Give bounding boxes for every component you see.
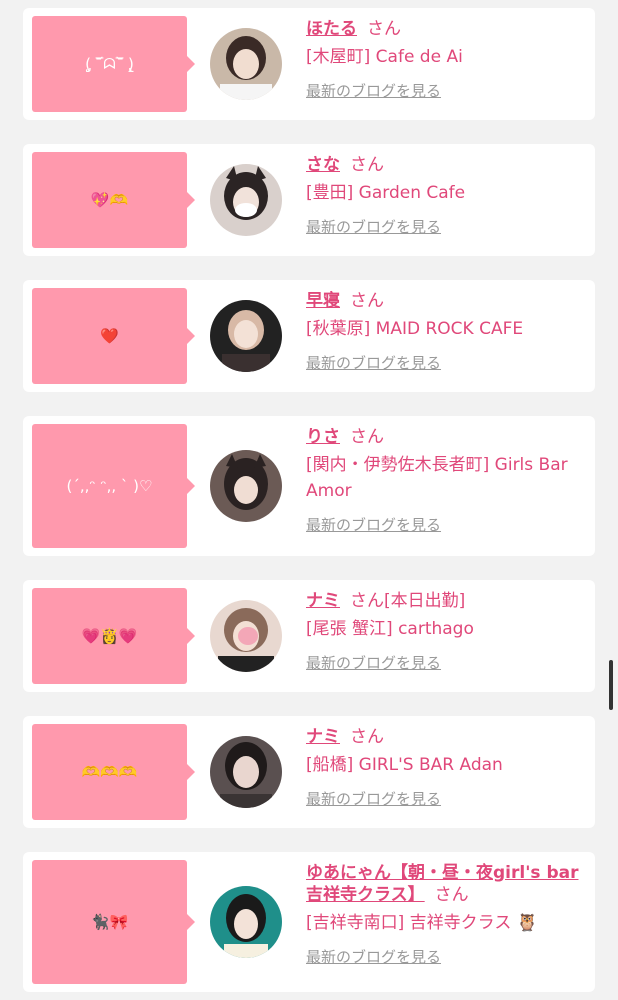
list-item: (´,,ᵔ ᵔ,, ` )♡ りさ さん [関内・伊勢佐木長者町] Girls B… bbox=[23, 416, 595, 556]
honorific: さん bbox=[350, 591, 384, 611]
shop-name: [関内・伊勢佐木長者町] Girls Bar Amor bbox=[306, 455, 568, 501]
latest-blog-link[interactable]: 最新のブログを見る bbox=[306, 788, 441, 809]
girl-name-link[interactable]: ほたる bbox=[306, 19, 357, 39]
avatar-image bbox=[210, 300, 282, 372]
comment-bubble: 💗👸💗 bbox=[32, 588, 195, 684]
girl-name-link[interactable]: さな bbox=[306, 155, 340, 175]
latest-blog-link[interactable]: 最新のブログを見る bbox=[306, 946, 441, 967]
comment-bubble: 💖🫶 bbox=[32, 152, 195, 248]
comment-text: 🫶🫶🫶 bbox=[81, 763, 138, 781]
honorific: さん bbox=[350, 291, 384, 311]
girl-name-link[interactable]: 早寝 bbox=[306, 291, 340, 311]
honorific: さん bbox=[350, 155, 384, 175]
comment-bubble: (´,,ᵔ ᵔ,, ` )♡ bbox=[32, 424, 195, 548]
list-item: 🐈‍⬛🎀 ゆあにゃん【朝・昼・夜girl's bar吉祥寺クラス】 さん [吉祥寺… bbox=[23, 852, 595, 992]
honorific: さん bbox=[350, 427, 384, 447]
avatar-image bbox=[210, 886, 282, 958]
comment-bubble: (̨̡ ‾᷄ᗣ‾᷅ )̧̢ bbox=[32, 16, 195, 112]
shop-name: [豊田] Garden Cafe bbox=[306, 183, 466, 203]
honorific: さん bbox=[350, 727, 384, 747]
avatar[interactable] bbox=[210, 600, 282, 672]
honorific: さん bbox=[434, 885, 469, 905]
latest-blog-link[interactable]: 最新のブログを見る bbox=[306, 80, 441, 101]
comment-text: (´,,ᵔ ᵔ,, ` )♡ bbox=[66, 477, 153, 495]
status-text: [本日出勤] bbox=[384, 591, 466, 611]
comment-bubble: ❤️ bbox=[32, 288, 195, 384]
avatar[interactable] bbox=[210, 28, 282, 100]
avatar-image bbox=[210, 164, 282, 236]
shop-name: [木屋町] Cafe de Ai bbox=[306, 47, 463, 67]
avatar-image bbox=[210, 28, 282, 100]
avatar[interactable] bbox=[210, 450, 282, 522]
latest-blog-link[interactable]: 最新のブログを見る bbox=[306, 216, 441, 237]
avatar-image bbox=[210, 450, 282, 522]
honorific: さん bbox=[367, 19, 401, 39]
shop-name: [船橋] GIRL'S BAR Adan bbox=[306, 755, 503, 775]
comment-text: 🐈‍⬛🎀 bbox=[90, 913, 129, 931]
comment-bubble: 🫶🫶🫶 bbox=[32, 724, 195, 820]
list-item: 🫶🫶🫶 ナミ さん [船橋] GIRL'S BAR Adan 最新のブログを見る bbox=[23, 716, 595, 828]
girl-name-link[interactable]: りさ bbox=[306, 427, 340, 447]
shop-name: [秋葉原] MAID ROCK CAFE bbox=[306, 319, 524, 339]
avatar-image bbox=[210, 736, 282, 808]
shop-name: [吉祥寺南口] 吉祥寺クラス 🦉 bbox=[306, 913, 538, 933]
comment-text: 💗👸💗 bbox=[81, 627, 138, 645]
girl-name-link[interactable]: ナミ bbox=[306, 591, 340, 611]
latest-blog-link[interactable]: 最新のブログを見る bbox=[306, 652, 441, 673]
avatar-image bbox=[210, 600, 282, 672]
comment-text: ❤️ bbox=[100, 327, 119, 345]
list-item: 💖🫶 さな さん [豊田] Garden Cafe 最新のブログを見る bbox=[23, 144, 595, 256]
list-item: ❤️ 早寝 さん [秋葉原] MAID ROCK CAFE 最新のブログを見る bbox=[23, 280, 595, 392]
latest-blog-link[interactable]: 最新のブログを見る bbox=[306, 352, 441, 373]
comment-text: 💖🫶 bbox=[90, 191, 129, 209]
list-item: 💗👸💗 ナミ さん[本日出勤] [尾張 蟹江] carthago 最新のブログを見… bbox=[23, 580, 595, 692]
comment-text: (̨̡ ‾᷄ᗣ‾᷅ )̧̢ bbox=[85, 55, 134, 73]
comment-bubble: 🐈‍⬛🎀 bbox=[32, 860, 195, 984]
scrollbar-thumb[interactable] bbox=[609, 660, 613, 710]
avatar[interactable] bbox=[210, 736, 282, 808]
shop-name: [尾張 蟹江] carthago bbox=[306, 619, 474, 639]
girl-name-link[interactable]: ナミ bbox=[306, 727, 340, 747]
avatar[interactable] bbox=[210, 886, 282, 958]
list-item: (̨̡ ‾᷄ᗣ‾᷅ )̧̢ ほたる さん [木屋町] Cafe de Ai 最新の… bbox=[23, 8, 595, 120]
avatar[interactable] bbox=[210, 164, 282, 236]
latest-blog-link[interactable]: 最新のブログを見る bbox=[306, 514, 441, 535]
avatar[interactable] bbox=[210, 300, 282, 372]
